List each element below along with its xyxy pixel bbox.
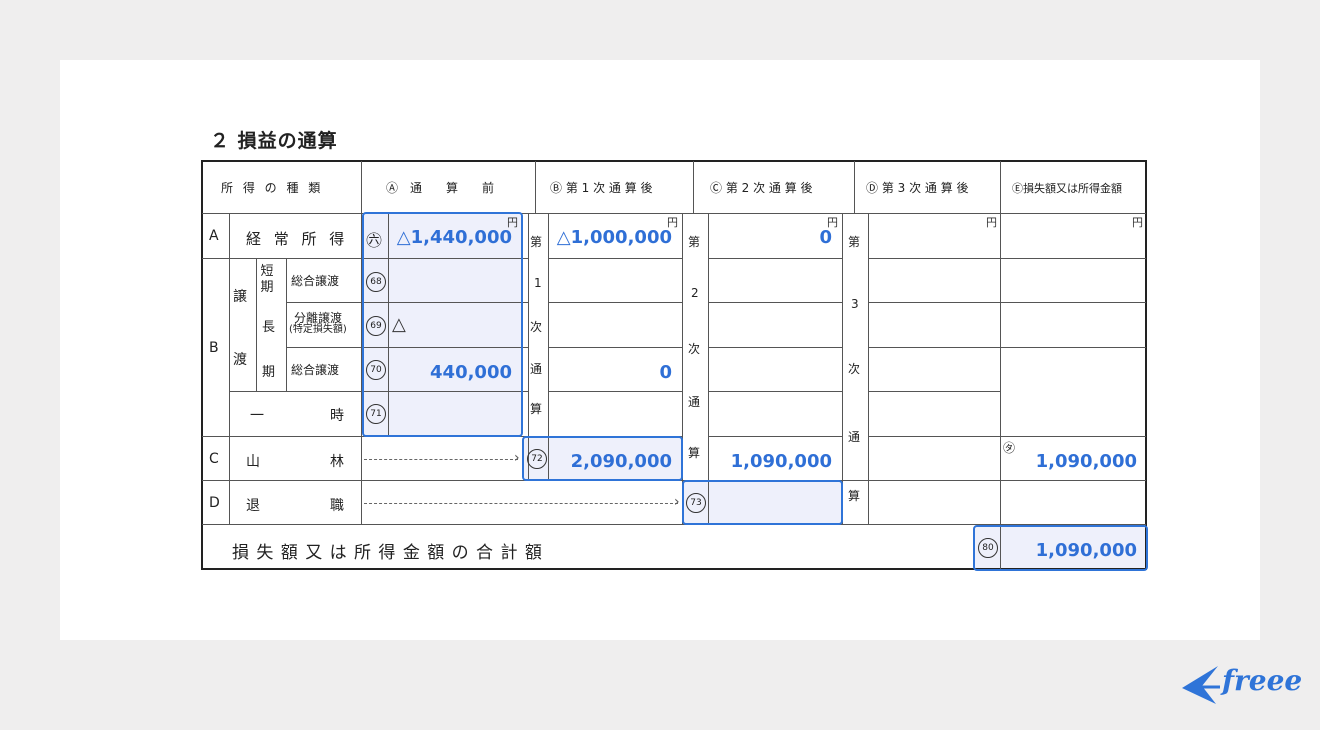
h-line [868,258,1146,259]
v1-2: 次 [530,320,543,334]
row-a-label: 経 常 所 得 [246,230,349,248]
ki-label: 期 [262,365,276,380]
h-line [548,347,682,348]
h-line [708,302,842,303]
outline-total [973,525,1148,571]
row-a-letter: A [209,228,219,244]
v3-4: 算 [848,489,861,503]
section-title: ２ 損益の通算 [210,130,338,152]
v2-0: 第 [688,235,701,249]
ichiji-label-2: 時 [330,408,344,424]
outline-c-first [522,436,683,481]
header-b: Ⓑ 第 1 次 通 算 後 [550,181,653,195]
h-line [548,302,682,303]
h-line [868,391,1000,392]
v-line [693,161,694,213]
v1-3: 通 [530,362,543,376]
to-label: 渡 [233,352,247,368]
h-line [548,391,682,392]
v2-1: 2 [691,286,699,300]
v-line [708,213,709,524]
row-b-letter: B [209,340,219,356]
header-type: 所 得 の 種 類 [221,181,324,195]
v3-2: 次 [848,362,861,376]
v-line [229,213,230,524]
bunri-joto-note: (特定損失額) [289,324,347,335]
yen-mark: 円 [986,216,997,229]
arrow-line-d [364,503,678,504]
value-c-e: 1,090,000 [1035,451,1137,472]
row-c-label-1: 山 [246,454,260,470]
yen-mark: 円 [1132,216,1143,229]
header-e: Ⓔ損失額又は所得金額 [1012,182,1122,195]
h-line [708,391,842,392]
value-a-first: △1,000,000 [556,227,672,248]
v-line [842,213,843,524]
v-line [256,258,257,391]
sogo-joto-short: 総合譲渡 [291,274,340,288]
header-a: Ⓐ 通 算 前 [386,181,495,195]
row-d-label-1: 退 [246,498,260,514]
h-line [868,347,1146,348]
v2-3: 通 [688,395,701,409]
row-d-letter: D [209,495,220,511]
freee-logo: freee [1222,664,1303,697]
row-c-label-2: 林 [330,454,344,470]
arrow-line-c [364,459,518,460]
h-line [708,436,842,437]
v-line [854,161,855,213]
tanki-label: 短期 [260,264,274,295]
v3-0: 第 [848,235,861,249]
v3-1: 3 [851,297,859,311]
value-c-second: 1,090,000 [730,451,832,472]
arrow-head-icon: › [674,494,680,510]
h-line [868,302,1146,303]
v3-3: 通 [848,430,861,444]
total-label: 損 失 額 又 は 所 得 金 額 の 合 計 額 [232,543,543,563]
v-line [1000,161,1001,569]
v1-0: 第 [530,235,543,249]
value-a-second: 0 [819,227,832,248]
jou-label: 譲 [233,289,247,305]
v1-4: 算 [530,402,543,416]
v2-2: 次 [688,342,701,356]
arrow-head-icon: › [514,450,520,466]
h-line [708,258,842,259]
v2-4: 算 [688,446,701,460]
row-d-label-2: 職 [330,498,344,514]
value-b70-first: 0 [659,362,672,383]
v-line [286,258,287,391]
header-d: Ⓓ 第 3 次 通 算 後 [866,181,969,195]
header-c: Ⓒ 第 2 次 通 算 後 [710,181,813,195]
h-line [708,347,842,348]
chou-label: 長 [262,320,276,335]
outline-a-column [362,212,523,437]
row-c-letter: C [209,451,219,467]
h-line [548,258,682,259]
outline-d-second [682,480,843,525]
v1-1: 1 [534,276,542,290]
h-line [868,436,1146,437]
sogo-joto-long: 総合譲渡 [291,363,340,377]
v-line [535,161,536,213]
ichiji-label-1: 一 [250,408,264,424]
v-line [868,213,869,524]
